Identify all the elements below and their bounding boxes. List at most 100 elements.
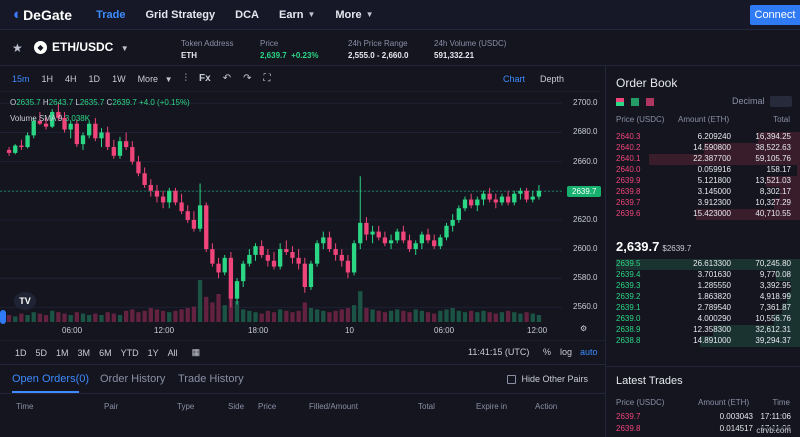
redo-icon[interactable]: ↷ [243,73,251,84]
volume-bar [80,313,86,322]
book-bids-icon[interactable] [631,98,640,106]
ask-row[interactable]: 2639.6 15.423000 40,710.55 [606,209,800,220]
range-6m[interactable]: 6M [99,348,112,358]
x-tick-label: 18:00 [248,326,269,335]
depth-bar [791,281,800,292]
fullscreen-icon[interactable]: ⛶ [263,73,270,84]
range-all[interactable]: All [168,348,178,358]
volume-bar [333,310,338,322]
y-tick-label: 2700.0 [573,98,598,108]
chart-canvas[interactable] [0,92,605,338]
chevron-down-icon: ▼ [164,74,173,84]
book-asks-icon[interactable] [646,98,655,106]
volume-bar [499,312,505,322]
volume-bar [425,312,431,322]
more-timeframes[interactable]: More ▼ [138,74,173,84]
bid-row[interactable]: 2639.4 3.701630 9,770.08 [606,270,800,281]
volume-bar [253,312,258,322]
candle-type-icon[interactable]: ⫶ [185,73,188,84]
ask-row[interactable]: 2640.2 14.590800 38,522.63 [606,143,800,154]
nav-item-more[interactable]: More ▼ [335,9,373,21]
nav-item-label: DCA [235,8,259,21]
scroll-handle [0,310,6,324]
view-tab-depth[interactable]: Depth [540,74,564,84]
volume-bar [99,315,104,322]
tab-order-history[interactable]: Order History [100,373,165,385]
log-toggle[interactable]: log [560,347,572,357]
bid-row[interactable]: 2639.1 2.789540 7,361.87 [606,303,800,314]
percent-toggle[interactable]: % [543,347,551,357]
tradingview-logo[interactable]: TV [14,292,36,310]
range-5d[interactable]: 5D [36,348,48,358]
bid-row[interactable]: 2639.0 4.000290 10,556.76 [606,314,800,325]
column-header-expire: Expire in [476,402,508,411]
volume-bar [358,291,363,322]
candle-body [432,240,437,247]
candle-body [154,190,160,197]
bid-row[interactable]: 2639.2 1.863820 4,918.99 [606,292,800,303]
chart-settings-icon[interactable]: ⚙ [580,324,587,333]
candle-body [302,263,307,288]
bid-row[interactable]: 2638.9 12.358300 32,612.31 [606,325,800,336]
price-chart[interactable]: O2635.7 H2643.7 L2635.7 C2639.7 +4.0 (+0… [0,92,605,338]
hide-other-pairs-checkbox[interactable]: Hide Other Pairs [507,374,588,384]
bid-row[interactable]: 2638.8 14.891000 39,294.37 [606,336,800,347]
candle-body [13,145,18,153]
nav-item-grid-strategy[interactable]: Grid Strategy [145,9,215,21]
timeframe-1d[interactable]: 1D [89,74,101,84]
star-icon[interactable]: ★ [12,41,23,55]
view-tab-chart[interactable]: Chart [503,74,525,84]
range-1y[interactable]: 1Y [148,348,159,358]
decimal-select[interactable] [770,96,792,107]
volume-bar [123,310,129,322]
last-price-tag: 2639.7 [567,186,602,198]
degate-logo[interactable]: ◐ DeGate [13,6,72,23]
bid-row[interactable]: 2639.3 1.285550 3,392.95 [606,281,800,292]
volume-bar [87,315,92,322]
candle-body [204,205,209,250]
timeframe-1w[interactable]: 1W [112,74,126,84]
chevron-down-icon: ▼ [307,10,316,19]
candle-body [259,246,264,255]
nav-item-dca[interactable]: DCA [235,9,259,21]
volume-bar [93,313,98,322]
book-both-icon[interactable] [616,98,624,106]
ask-row[interactable]: 2640.1 22.387700 59,105.76 [606,154,800,165]
range-stat: 24h Price Range 2,555.0 - 2,660.0 [348,39,409,60]
indicators-button[interactable]: Fx [199,73,211,84]
range-3m[interactable]: 3M [78,348,91,358]
connect-button[interactable]: Connect [750,5,800,25]
ask-price: 2639.6 [616,209,641,218]
range-1d[interactable]: 1D [15,348,27,358]
range-1m[interactable]: 1M [56,348,69,358]
ask-row[interactable]: 2639.7 3.912300 10,327.29 [606,198,800,209]
timeframe-4h[interactable]: 4H [65,74,77,84]
tab-open-orders[interactable]: Open Orders(0) [12,373,89,385]
bid-price: 2639.3 [616,281,641,290]
nav-item-earn[interactable]: Earn ▼ [279,9,315,21]
bid-total: 9,770.08 [759,270,791,279]
bid-row[interactable]: 2639.5 26.613300 70,245.80 [606,259,800,270]
stat-value[interactable]: ETH [181,51,197,60]
ask-price: 2639.7 [616,198,641,207]
tab-trade-history[interactable]: Trade History [178,373,244,385]
bid-price: 2639.5 [616,259,641,268]
undo-icon[interactable]: ↶ [223,73,231,84]
timeframe-1h[interactable]: 1H [42,74,54,84]
volume-bar [210,302,215,322]
auto-toggle[interactable]: auto [580,347,598,357]
candle-body [419,234,425,244]
candle-body [536,190,542,197]
ask-row[interactable]: 2639.8 3.145000 8,302.17 [606,187,800,198]
volume-bar [432,313,437,322]
timeframe-15m[interactable]: 15m [12,74,30,84]
ask-row[interactable]: 2640.3 6.209240 16,394.25 [606,132,800,143]
pair-selector[interactable]: ETH/USDC ▼ [52,40,129,54]
calendar-icon[interactable]: ▦ [192,347,201,358]
utc-clock[interactable]: 11:41:15 (UTC) [468,347,529,357]
ask-row[interactable]: 2639.9 5.121800 13,521.03 [606,176,800,187]
nav-item-trade[interactable]: Trade [96,9,125,21]
candle-body [210,249,215,264]
range-ytd[interactable]: YTD [121,348,139,358]
ask-row[interactable]: 2640.0 0.059916 158.17 [606,165,800,176]
